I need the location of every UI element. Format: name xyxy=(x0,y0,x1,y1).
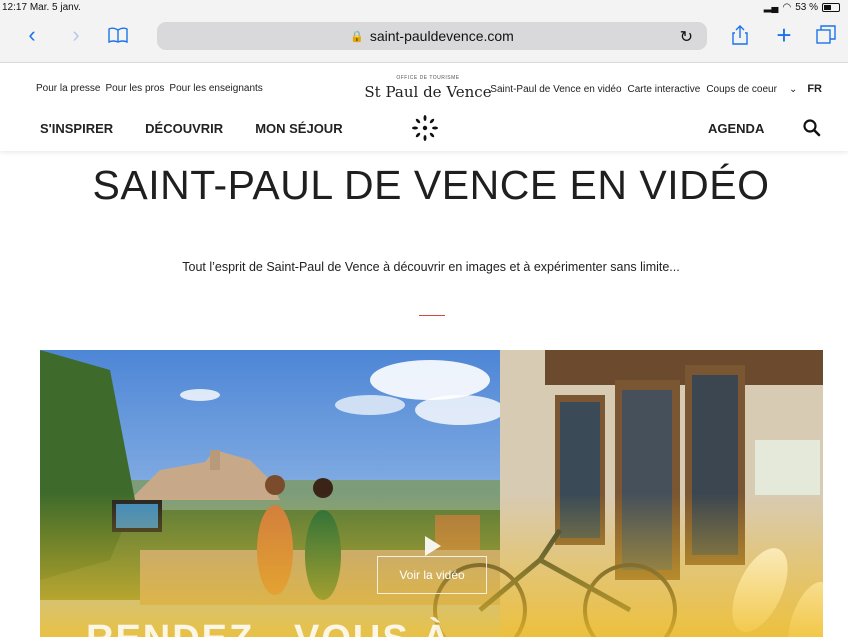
link-pros[interactable]: Pour les pros xyxy=(105,83,164,94)
logo-office: OFFICE DE TOURISME xyxy=(396,75,460,81)
tabs-icon[interactable] xyxy=(812,22,840,48)
site-logo[interactable]: OFFICE DE TOURISME St Paul de Vence xyxy=(358,75,498,101)
new-tab-icon[interactable]: + xyxy=(770,20,798,50)
nav-decouvrir[interactable]: DÉCOUVRIR xyxy=(145,121,223,136)
page-title: SAINT-PAUL DE VENCE EN VIDÉO xyxy=(92,162,770,208)
browser-chrome: 12:17 Mar. 5 janv. ▂▄ ◠ 53 % ‹ › 🔒 saint… xyxy=(0,0,848,63)
page-subtitle: Tout l’esprit de Saint-Paul de Vence à d… xyxy=(182,260,680,274)
reload-icon[interactable]: ↻ xyxy=(680,27,693,47)
chevron-down-icon[interactable]: ⌄ xyxy=(789,84,797,95)
link-presse[interactable]: Pour la presse xyxy=(36,83,100,94)
status-time: 12:17 Mar. 5 janv. xyxy=(2,2,81,13)
nav-agenda[interactable]: AGENDA xyxy=(708,121,764,136)
link-carte[interactable]: Carte interactive xyxy=(628,84,701,95)
top-links-right: Saint-Paul de Vence en vidéo Carte inter… xyxy=(490,83,822,95)
bookmarks-icon[interactable] xyxy=(104,22,132,48)
nav-sinspirer[interactable]: S'INSPIRER xyxy=(40,121,113,136)
play-icon[interactable] xyxy=(425,536,441,556)
link-coups-de-coeur[interactable]: Coups de coeur xyxy=(706,84,777,95)
link-enseignants[interactable]: Pour les enseignants xyxy=(169,83,262,94)
forward-icon[interactable]: › xyxy=(62,22,90,48)
logo-name: St Paul de Vence xyxy=(364,83,492,101)
hero-heading: RENDEZ - VOUS À xyxy=(86,618,452,637)
nav-mon-sejour[interactable]: MON SÉJOUR xyxy=(255,121,342,136)
battery-icon xyxy=(822,3,840,12)
lock-icon: 🔒 xyxy=(350,30,364,43)
status-right: ▂▄ ◠ 53 % xyxy=(764,2,840,13)
search-icon[interactable] xyxy=(802,118,822,138)
title-divider xyxy=(419,315,445,316)
signal-icon: ▂▄ xyxy=(763,2,779,13)
address-bar[interactable]: 🔒 saint-pauldevence.com ↻ xyxy=(157,22,707,50)
wifi-icon: ◠ xyxy=(782,2,792,13)
hero-video-banner[interactable]: Voir la vidéo RENDEZ - VOUS À xyxy=(40,350,823,637)
top-links-left: Pour la presse Pour les pros Pour les en… xyxy=(36,83,263,94)
logo-sun-icon xyxy=(412,115,438,141)
language-selector[interactable]: FR xyxy=(807,83,822,95)
status-bar: 12:17 Mar. 5 janv. ▂▄ ◠ 53 % xyxy=(0,2,848,16)
url-text: saint-pauldevence.com xyxy=(369,28,514,44)
main-nav: S'INSPIRER DÉCOUVRIR MON SÉJOUR xyxy=(40,121,343,136)
back-icon[interactable]: ‹ xyxy=(18,22,46,48)
site-header: Pour la presse Pour les pros Pour les en… xyxy=(0,63,848,151)
watch-video-button[interactable]: Voir la vidéo xyxy=(377,556,487,594)
link-video[interactable]: Saint-Paul de Vence en vidéo xyxy=(490,84,621,95)
share-icon[interactable] xyxy=(726,22,754,48)
battery-percent: 53 % xyxy=(795,2,818,13)
